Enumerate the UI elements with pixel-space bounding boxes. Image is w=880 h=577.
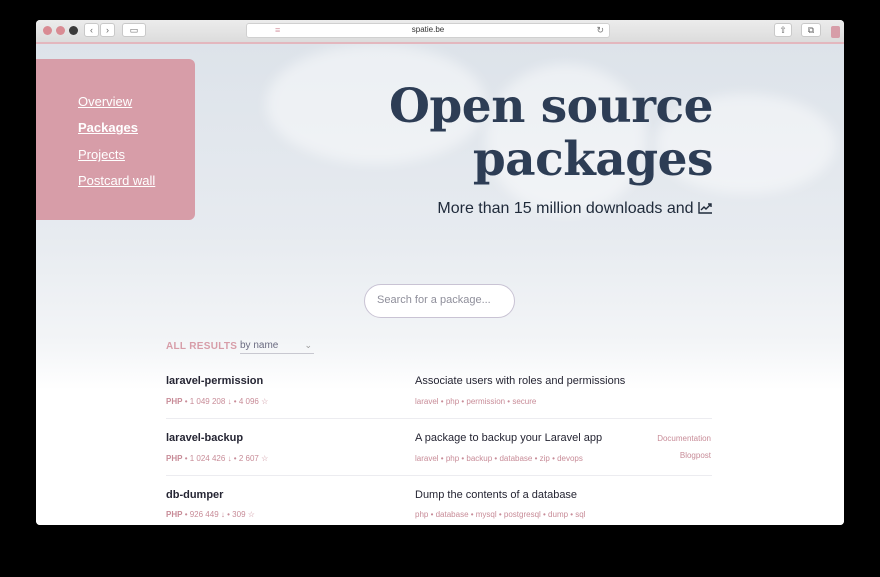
package-meta: PHP • 1 049 208 ↓ • 4 096 ☆ [166,397,268,406]
package-name[interactable]: db-dumper [166,489,223,501]
download-icon: ↓ [227,454,232,463]
download-icon: ↓ [220,510,225,519]
package-stars: 4 096 [238,397,259,406]
package-stars: 2 607 [238,454,259,463]
package-name[interactable]: laravel-backup [166,432,243,444]
chevron-down-icon: ⌄ [304,340,312,350]
address-text: spatie.be [411,25,445,34]
star-icon: ☆ [261,454,269,463]
package-meta: PHP • 1 024 426 ↓ • 2 607 ☆ [166,454,268,463]
package-description: Dump the contents of a database [415,489,578,501]
page-content: Overview Packages Projects Postcard wall… [36,44,844,525]
dot-separator: • [184,454,188,463]
nav-item-packages[interactable]: Packages [78,120,138,135]
minimize-window-button[interactable] [56,26,65,35]
back-icon[interactable]: ‹ [84,23,99,37]
package-meta: PHP • 926 449 ↓ • 309 ☆ [166,510,255,519]
package-language: PHP [166,397,183,406]
package-tags: php • database • mysql • postgresql • du… [415,510,586,519]
package-tags: laravel • php • permission • secure [415,397,537,406]
dot-separator: • [184,397,188,406]
sidebar-icon[interactable]: ▭ [122,23,146,37]
page-subtitle: More than 15 million downloads and [437,200,713,218]
package-tags: laravel • php • backup • database • zip … [415,454,583,463]
page-title-line-2: packages [472,132,714,187]
fullscreen-window-button[interactable] [69,26,78,35]
star-icon: ☆ [247,510,255,519]
trend-chart-icon [698,202,712,214]
row-divider [166,418,712,419]
page-title: Open source packages [293,79,714,187]
close-window-button[interactable] [43,26,52,35]
star-icon: ☆ [261,397,269,406]
dot-separator: • [233,454,237,463]
nav-item-overview[interactable]: Overview [78,94,132,109]
dot-separator: • [184,510,188,519]
browser-toolbar: ‹ › ▭ ⓘ ≡ spatie.be ↻ ⇧ ⧉ [36,20,844,43]
tabs-overview-icon[interactable]: ⧉ [801,23,821,37]
sort-select[interactable]: by name ⌄ [240,340,314,354]
dot-separator: • [233,397,237,406]
side-navigation: Overview Packages Projects Postcard wall [36,59,195,220]
page-title-line-1: Open source [388,79,714,134]
reload-icon[interactable]: ↻ [596,25,604,36]
package-search-input[interactable]: Search for a package... [364,284,515,318]
package-name[interactable]: laravel-permission [166,375,263,387]
subtitle-text: More than 15 million downloads and [437,200,698,217]
forward-icon[interactable]: › [100,23,115,37]
package-stars: 309 [232,510,246,519]
sort-value: by name [240,340,279,351]
row-divider [166,475,712,476]
address-bar[interactable]: ≡ spatie.be ↻ [246,23,610,38]
package-language: PHP [166,510,183,519]
package-downloads: 1 049 208 [189,397,226,406]
nav-item-projects[interactable]: Projects [78,147,125,162]
documentation-link[interactable]: Documentation [657,434,711,443]
package-downloads: 1 024 426 [189,454,226,463]
share-icon[interactable]: ⇧ [774,23,792,37]
browser-window: ‹ › ▭ ⓘ ≡ spatie.be ↻ ⇧ ⧉ Overview Packa… [36,20,844,525]
package-downloads: 926 449 [189,510,219,519]
blogpost-link[interactable]: Blogpost [680,451,711,460]
new-tab-icon[interactable] [831,26,840,38]
nav-item-postcard-wall[interactable]: Postcard wall [78,173,155,188]
package-description: Associate users with roles and permissio… [415,375,626,387]
dot-separator: • [227,510,230,519]
results-label: ALL RESULTS [166,341,238,352]
package-description: A package to backup your Laravel app [415,432,603,444]
download-icon: ↓ [227,397,232,406]
package-language: PHP [166,454,183,463]
